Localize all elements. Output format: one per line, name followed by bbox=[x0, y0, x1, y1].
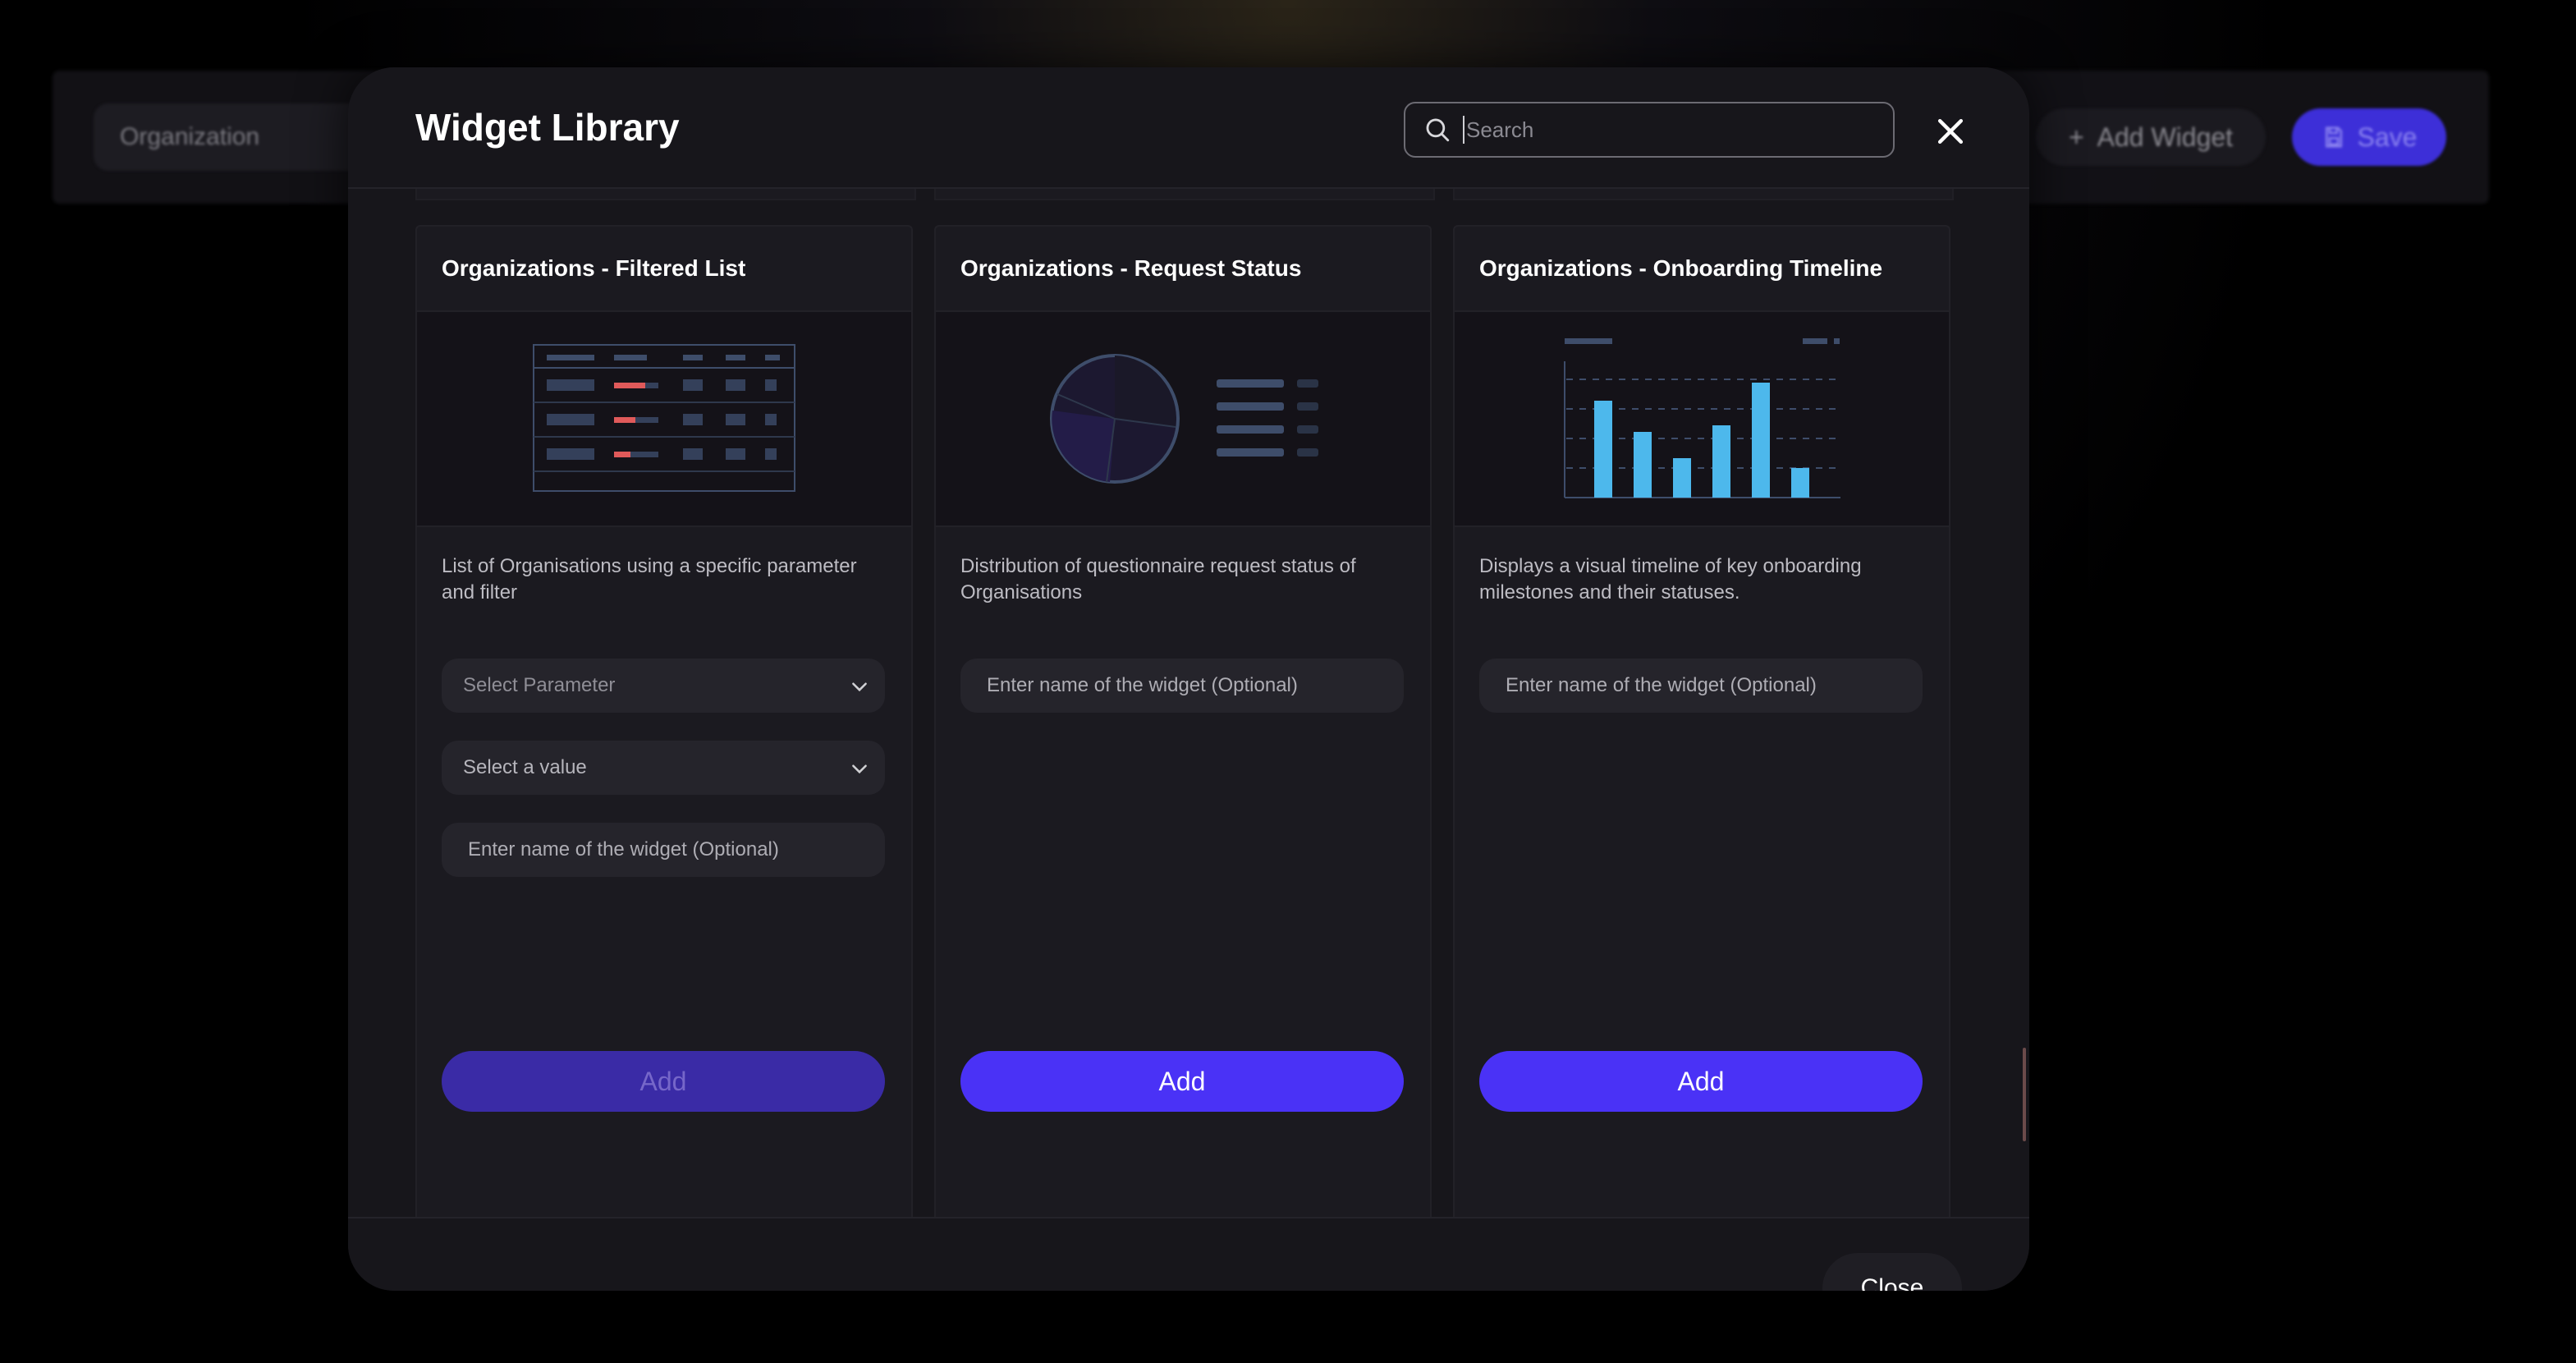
widget-library-modal: Widget Library Organizations - Filtered … bbox=[348, 67, 2029, 1291]
widget-description: List of Organisations using a specific p… bbox=[442, 555, 857, 603]
widget-card-title: Organizations - Onboarding Timeline bbox=[1455, 227, 1949, 312]
scrollbar-thumb[interactable] bbox=[2023, 1048, 2026, 1141]
widget-description: Displays a visual timeline of key onboar… bbox=[1479, 555, 1862, 603]
widget-name-field[interactable] bbox=[442, 823, 885, 877]
widget-card-onboarding-timeline: Organizations - Onboarding Timeline Disp… bbox=[1453, 225, 1950, 1217]
modal-footer: Close bbox=[348, 1217, 2029, 1291]
widget-grid: Organizations - Filtered List List of Or… bbox=[348, 187, 2029, 1217]
widget-name-field[interactable] bbox=[960, 659, 1404, 713]
widget-name-field[interactable] bbox=[1479, 659, 1923, 713]
search-box[interactable] bbox=[1404, 102, 1895, 158]
plus-icon: + bbox=[2068, 122, 2084, 152]
widget-card-title: Organizations - Request Status bbox=[936, 227, 1430, 312]
bar-chart-icon bbox=[1564, 338, 1840, 498]
widget-name-input[interactable] bbox=[1504, 673, 1923, 698]
search-input[interactable] bbox=[1463, 116, 1893, 144]
modal-title: Widget Library bbox=[415, 106, 680, 149]
parameter-select[interactable]: Select Parameter bbox=[442, 659, 885, 713]
widget-name-input[interactable] bbox=[466, 838, 885, 862]
widget-card-request-status: Organizations - Request Status Distribut… bbox=[934, 225, 1432, 1217]
modal-header: Widget Library bbox=[348, 67, 2029, 189]
add-button[interactable]: Add bbox=[442, 1051, 885, 1112]
search-icon bbox=[1426, 118, 1450, 142]
chevron-down-icon bbox=[852, 764, 867, 774]
add-widget-button: + Add Widget bbox=[2036, 108, 2266, 166]
card-stub bbox=[415, 187, 916, 200]
widget-preview bbox=[1455, 312, 1949, 527]
add-button[interactable]: Add bbox=[960, 1051, 1404, 1112]
organization-select: Organization bbox=[94, 103, 364, 171]
parameter-select-label: Select Parameter bbox=[463, 674, 616, 696]
save-icon bbox=[2325, 126, 2342, 148]
widget-card-filtered-list: Organizations - Filtered List List of Or… bbox=[415, 225, 913, 1217]
value-select[interactable]: Select a value bbox=[442, 741, 885, 795]
add-button[interactable]: Add bbox=[1479, 1051, 1923, 1112]
save-label: Save bbox=[2357, 122, 2418, 152]
widget-description: Distribution of questionnaire request st… bbox=[960, 555, 1356, 603]
chevron-down-icon bbox=[852, 682, 867, 692]
widget-preview bbox=[417, 312, 911, 527]
close-icon[interactable] bbox=[1932, 113, 1969, 149]
widget-card-title: Organizations - Filtered List bbox=[417, 227, 911, 312]
table-icon bbox=[533, 344, 795, 492]
pie-chart-icon bbox=[1050, 354, 1318, 484]
card-stub bbox=[1453, 187, 1954, 200]
value-select-label: Select a value bbox=[463, 756, 587, 778]
save-button: Save bbox=[2292, 108, 2446, 166]
close-button[interactable]: Close bbox=[1822, 1253, 1962, 1291]
app-screen: Organization + Add Widget Save Widget Li… bbox=[0, 0, 2576, 1363]
widget-preview bbox=[936, 312, 1430, 527]
widget-name-input[interactable] bbox=[985, 673, 1404, 698]
card-stub bbox=[934, 187, 1435, 200]
add-widget-label: Add Widget bbox=[2097, 122, 2234, 152]
